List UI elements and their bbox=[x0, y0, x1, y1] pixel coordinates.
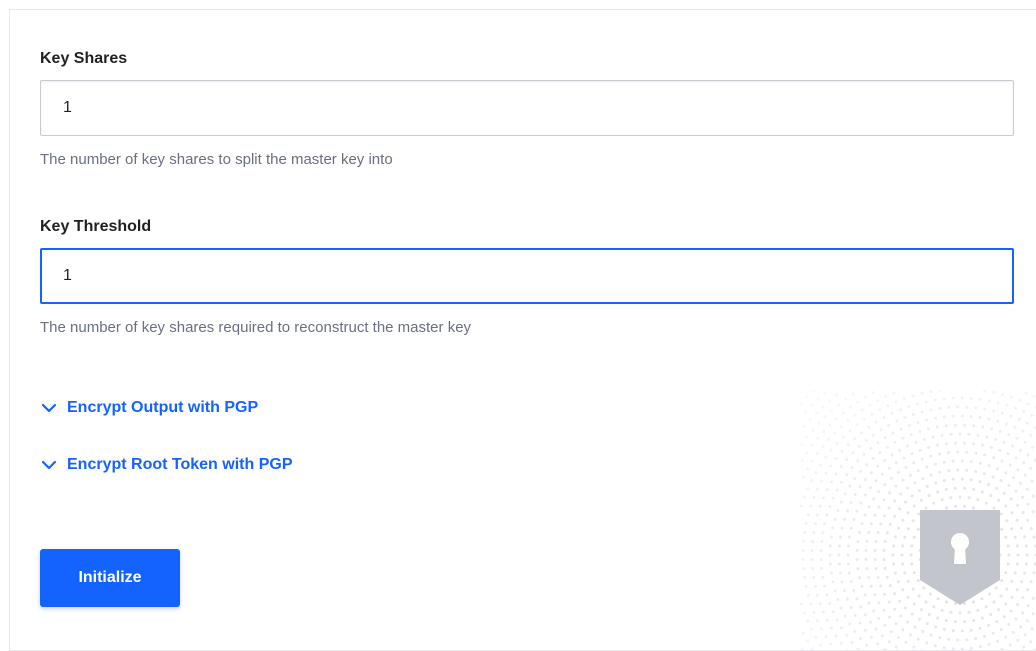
key-threshold-label: Key Threshold bbox=[40, 218, 151, 236]
initialize-button[interactable]: Initialize bbox=[40, 549, 180, 607]
key-shares-help: The number of key shares to split the ma… bbox=[40, 151, 393, 168]
dot-pattern bbox=[800, 390, 1036, 651]
chevron-down-icon bbox=[40, 399, 58, 417]
key-threshold-input[interactable] bbox=[40, 248, 1014, 304]
chevron-down-icon bbox=[40, 456, 58, 474]
encrypt-output-label: Encrypt Output with PGP bbox=[67, 399, 258, 417]
init-form-card: Key Shares The number of key shares to s… bbox=[9, 9, 1036, 651]
vault-shield-decoration bbox=[800, 390, 1036, 651]
key-shares-input[interactable] bbox=[40, 80, 1014, 136]
encrypt-output-toggle[interactable]: Encrypt Output with PGP bbox=[40, 399, 258, 417]
shield-icon bbox=[920, 510, 1000, 605]
encrypt-root-token-label: Encrypt Root Token with PGP bbox=[67, 456, 293, 474]
key-shares-label: Key Shares bbox=[40, 50, 127, 68]
encrypt-root-token-toggle[interactable]: Encrypt Root Token with PGP bbox=[40, 456, 293, 474]
key-threshold-help: The number of key shares required to rec… bbox=[40, 319, 471, 336]
